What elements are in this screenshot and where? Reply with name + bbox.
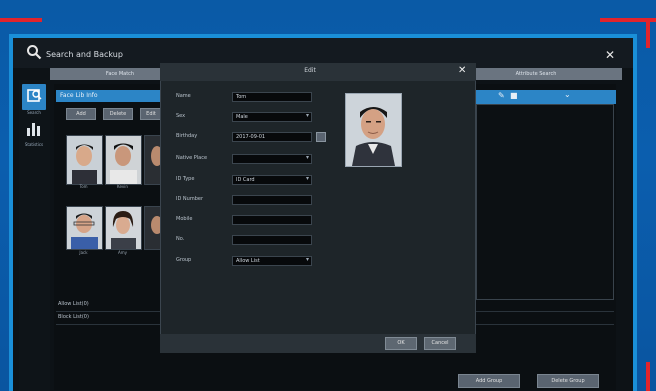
native-place-select[interactable] xyxy=(232,154,312,164)
sidebar-item-statistics-label: Statistics xyxy=(24,142,44,147)
delete-face-button[interactable]: Delete xyxy=(103,108,133,120)
name-label: Name xyxy=(176,93,191,99)
id-number-field[interactable] xyxy=(232,195,312,205)
number-label: No. xyxy=(176,236,185,242)
list-item[interactable]: Allow List(0) xyxy=(58,301,89,307)
delete-icon[interactable]: ■ xyxy=(510,91,518,100)
edit-icon[interactable]: ✎ xyxy=(498,91,505,100)
sidebar-item-statistics[interactable] xyxy=(22,116,46,142)
add-face-button[interactable]: Add xyxy=(66,108,96,120)
person-photo xyxy=(145,207,161,249)
number-field[interactable] xyxy=(232,235,312,245)
group-select[interactable]: Allow List xyxy=(232,256,312,266)
chevron-down-icon[interactable]: ⌄ xyxy=(564,90,571,99)
list-item[interactable]: Block List(0) xyxy=(58,314,89,320)
person-photo xyxy=(145,136,161,184)
group-list-header: ✎ ■ ⌄ xyxy=(476,90,616,104)
person-photo xyxy=(106,136,141,184)
face-photo xyxy=(345,93,402,167)
calendar-icon[interactable] xyxy=(316,132,326,142)
birthday-label: Birthday xyxy=(176,133,198,139)
mobile-field[interactable] xyxy=(232,215,312,225)
birthday-field[interactable]: 2017-09-01 xyxy=(232,132,312,142)
id-type-label: ID Type xyxy=(176,176,195,182)
face-thumbnail-1[interactable] xyxy=(66,135,103,185)
face-caption: Jack xyxy=(79,250,88,255)
sex-label: Sex xyxy=(176,113,186,119)
add-group-button[interactable]: Add Group xyxy=(458,374,520,388)
sex-select[interactable]: Male xyxy=(232,112,312,122)
bar-chart-icon xyxy=(27,123,40,136)
person-photo xyxy=(67,136,102,184)
person-photo xyxy=(67,207,102,249)
id-type-select[interactable]: ID Card xyxy=(232,175,312,185)
name-field[interactable]: Tom xyxy=(232,92,312,102)
group-label: Group xyxy=(176,257,192,263)
native-place-label: Native Place xyxy=(176,155,208,161)
ok-button[interactable]: OK xyxy=(385,337,417,350)
edit-face-button[interactable]: Edit xyxy=(140,108,162,120)
cancel-button[interactable]: Cancel xyxy=(424,337,456,350)
close-icon[interactable]: ✕ xyxy=(605,48,615,62)
id-number-label: ID Number xyxy=(176,196,203,202)
edit-dialog xyxy=(160,63,476,353)
group-detail-pane xyxy=(476,104,614,300)
face-caption: Amy xyxy=(118,250,127,255)
delete-group-button[interactable]: Delete Group xyxy=(537,374,599,388)
window-title: Search and Backup xyxy=(46,50,123,59)
sidebar-item-search-label: Search xyxy=(27,110,41,115)
mobile-label: Mobile xyxy=(176,216,193,222)
corner-mark-top-right-vertical xyxy=(646,18,650,48)
dialog-close-icon[interactable]: ✕ xyxy=(458,65,466,76)
face-caption: Tom xyxy=(79,184,88,189)
person-photo xyxy=(346,94,401,166)
corner-mark-top-left xyxy=(0,18,42,22)
corner-mark-bottom-right xyxy=(646,362,650,391)
edit-dialog-title: Edit xyxy=(304,67,316,74)
tab-attribute-search[interactable]: Attribute Search xyxy=(496,68,576,80)
face-thumbnail-2[interactable] xyxy=(105,135,142,185)
face-thumbnail-5[interactable] xyxy=(105,206,142,250)
person-photo xyxy=(106,207,141,249)
search-icon xyxy=(27,45,42,60)
tab-face-match[interactable]: Face Match xyxy=(80,68,160,80)
face-list-header-text: Face Lib Info xyxy=(60,92,98,99)
face-caption: Kevin xyxy=(117,184,128,189)
face-thumbnail-4[interactable] xyxy=(66,206,103,250)
face-search-icon xyxy=(27,89,42,102)
sidebar-item-search[interactable] xyxy=(22,84,46,110)
